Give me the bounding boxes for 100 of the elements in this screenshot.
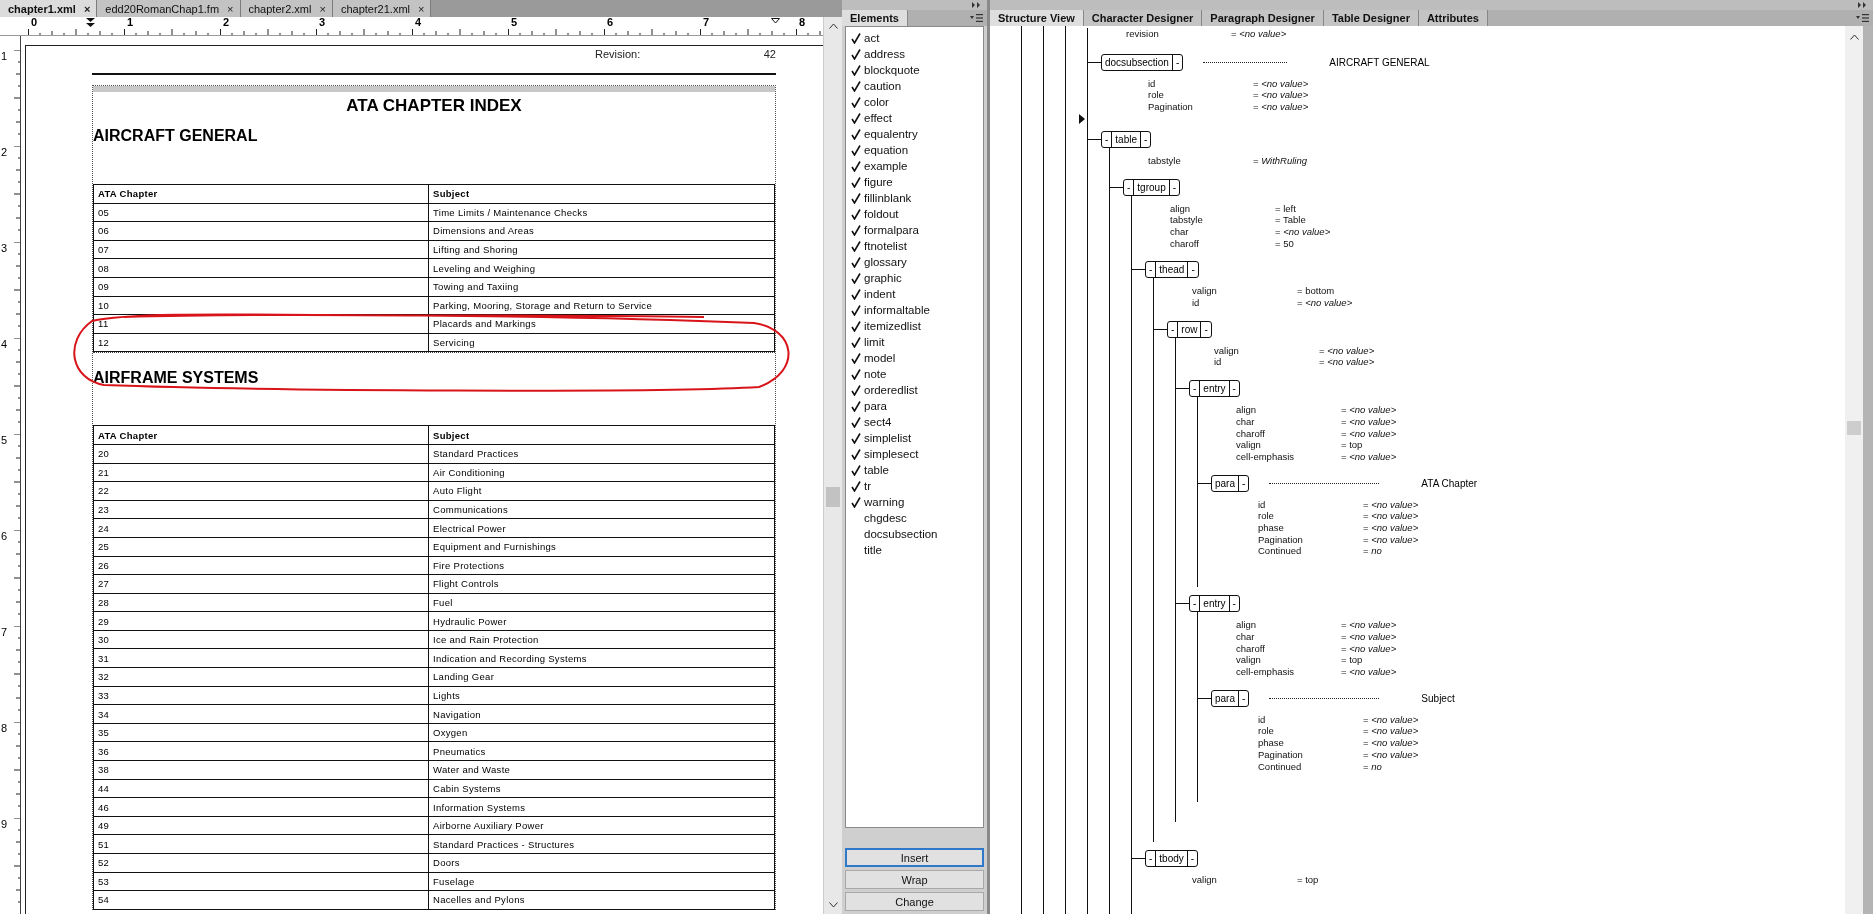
attribute-value[interactable]: = <no value> [1363, 498, 1419, 511]
element-list-item[interactable]: graphic [846, 270, 983, 286]
attribute-value[interactable]: = <no value> [1341, 404, 1397, 416]
attribute-value[interactable]: = <no value> [1275, 225, 1331, 238]
scroll-down-icon[interactable] [828, 902, 838, 908]
element-list-item[interactable]: title [846, 542, 983, 558]
attribute-value[interactable]: = <no value> [1341, 427, 1397, 440]
element-list-item[interactable]: simplesect [846, 446, 983, 462]
attribute-value[interactable]: = Table [1275, 214, 1306, 226]
element-list-item[interactable]: simplelist [846, 430, 983, 446]
attribute-value[interactable]: = 50 [1275, 237, 1294, 250]
element-list-item[interactable]: table [846, 462, 983, 478]
document-tab[interactable]: chapter1.xml × [0, 0, 98, 17]
tab-close-button[interactable]: × [83, 2, 91, 15]
attribute-value[interactable]: = <no value> [1341, 450, 1397, 463]
element-list-item[interactable]: tr [846, 478, 983, 494]
document-tab[interactable]: chapter21.xml × [332, 0, 432, 17]
attribute-value[interactable]: = <no value> [1363, 510, 1419, 523]
element-list-item[interactable]: fillinblank [846, 190, 983, 206]
collapse-toggle[interactable]: - [1168, 321, 1179, 337]
collapse-toggle[interactable]: - [1124, 179, 1135, 195]
element-node[interactable]: para - [1211, 689, 1250, 707]
element-list-item[interactable]: sect4 [846, 414, 983, 430]
element-list-item[interactable]: chgdesc [846, 510, 983, 526]
element-text[interactable]: Subject [1421, 692, 1455, 704]
element-list-item[interactable]: indent [846, 286, 983, 302]
element-node[interactable]: docsubsection - [1101, 53, 1184, 71]
attribute-value[interactable]: = <no value> [1363, 725, 1419, 738]
designer-tab[interactable]: Table Designer [1323, 10, 1419, 26]
attribute-value[interactable]: = WithRuling [1253, 154, 1308, 167]
collapse-toggle[interactable]: - [1238, 475, 1249, 491]
scroll-up-icon[interactable] [1849, 34, 1859, 40]
double-chevron-icon[interactable] [1858, 2, 1867, 8]
attribute-value[interactable]: = <no value> [1363, 737, 1419, 749]
element-list-item[interactable]: itemizedlist [846, 318, 983, 334]
attribute-value[interactable]: = bottom [1297, 285, 1335, 298]
attribute-value[interactable]: = <no value> [1253, 89, 1309, 102]
element-list-item[interactable]: note [846, 366, 983, 382]
element-list-item[interactable]: orderedlist [846, 382, 983, 398]
attribute-value[interactable]: = <no value> [1319, 356, 1375, 369]
element-list-item[interactable]: ftnotelist [846, 238, 983, 254]
element-list-item[interactable]: glossary [846, 254, 983, 270]
attribute-value[interactable]: = <no value> [1253, 77, 1309, 90]
designer-tab[interactable]: Structure View [990, 10, 1084, 26]
attribute-value[interactable]: = <no value> [1341, 415, 1397, 428]
element-list-item[interactable]: address [846, 46, 983, 62]
element-list-item[interactable]: effect [846, 110, 983, 126]
element-list-item[interactable]: formalpara [846, 222, 983, 238]
attribute-value[interactable]: = top [1341, 439, 1363, 451]
collapse-toggle[interactable]: - [1140, 131, 1151, 147]
element-list-item[interactable]: equation [846, 142, 983, 158]
element-node[interactable]: - table - [1101, 130, 1152, 148]
element-list-item[interactable]: model [846, 350, 983, 366]
element-list-item[interactable]: equalentry [846, 126, 983, 142]
attribute-value[interactable]: = <no value> [1341, 666, 1397, 678]
collapse-toggle[interactable]: - [1238, 690, 1249, 706]
collapse-toggle[interactable]: - [1228, 596, 1239, 612]
scroll-thumb[interactable] [826, 487, 840, 507]
designer-tab[interactable]: Paragraph Designer [1202, 10, 1324, 26]
attribute-value[interactable]: = no [1363, 545, 1382, 558]
scroll-thumb[interactable] [1847, 421, 1861, 435]
attribute-value[interactable]: = <no value> [1253, 101, 1309, 113]
attribute-value[interactable]: = <no value> [1363, 522, 1419, 534]
attribute-value[interactable]: = <no value> [1231, 28, 1287, 40]
attribute-value[interactable]: = <no value> [1363, 748, 1419, 761]
element-node[interactable]: - entry - [1189, 380, 1240, 398]
tab-close-button[interactable]: × [227, 2, 234, 15]
attribute-value[interactable]: = top [1341, 654, 1363, 666]
element-text[interactable]: ATA Chapter [1421, 477, 1478, 489]
collapse-toggle[interactable]: - [1102, 131, 1113, 147]
collapse-toggle[interactable]: - [1168, 179, 1180, 195]
scroll-up-icon[interactable] [828, 23, 838, 29]
element-list-item[interactable]: blockquote [846, 62, 983, 78]
attribute-value[interactable]: = <no value> [1341, 619, 1397, 631]
panel-tab[interactable]: Elements [842, 10, 908, 26]
element-list-item[interactable]: caution [846, 78, 983, 94]
collapse-toggle[interactable]: - [1228, 381, 1239, 397]
collapse-toggle[interactable]: - [1187, 262, 1198, 278]
element-list-item[interactable]: informaltable [846, 302, 983, 318]
element-list-item[interactable]: example [846, 158, 983, 174]
vertical-scrollbar[interactable] [1845, 26, 1863, 914]
element-list-item[interactable]: foldout [846, 206, 983, 222]
element-list-item[interactable]: warning [846, 494, 983, 510]
element-node[interactable]: - tgroup - [1123, 178, 1181, 196]
attribute-value[interactable]: = <no value> [1341, 630, 1397, 643]
collapse-toggle[interactable]: - [1190, 381, 1201, 397]
element-list-item[interactable]: act [846, 30, 983, 46]
collapse-toggle[interactable]: - [1146, 262, 1157, 278]
collapse-toggle[interactable]: - [1171, 54, 1183, 70]
element-node[interactable]: - row - [1167, 320, 1212, 338]
attribute-value[interactable]: = left [1275, 202, 1296, 215]
attribute-value[interactable]: = <no value> [1363, 713, 1419, 726]
designer-tab[interactable]: Attributes [1418, 10, 1488, 26]
document-tab[interactable]: edd20RomanChap1.fm × [97, 0, 241, 17]
panel-button[interactable]: Change [845, 892, 984, 911]
panel-menu-icon[interactable] [970, 14, 983, 22]
attribute-value[interactable]: = <no value> [1363, 533, 1419, 546]
element-list-item[interactable]: color [846, 94, 983, 110]
attribute-value[interactable]: = <no value> [1297, 297, 1353, 309]
tab-close-button[interactable]: × [319, 2, 326, 15]
